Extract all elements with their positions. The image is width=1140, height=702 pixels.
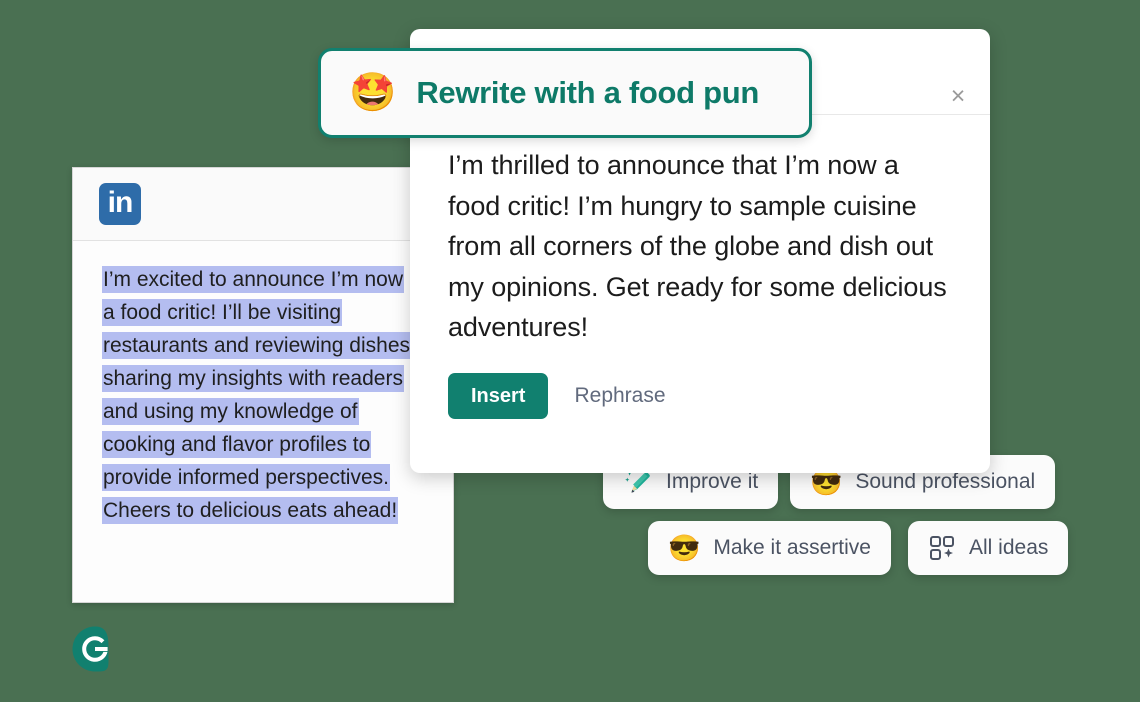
editor-toolbar: in [73,168,453,241]
grid-sparkle-icon [928,534,956,562]
chip-label: Improve it [666,470,759,493]
linkedin-editor-panel: in I’m excited to announce I’m now a foo… [72,167,454,603]
sunglasses-emoji: 😎 [668,533,701,563]
editor-selected-text[interactable]: I’m excited to announce I’m now a food c… [102,263,420,527]
chip-label: Sound professional [855,470,1036,493]
insert-button[interactable]: Insert [448,372,549,419]
chip-label: Make it assertive [713,536,871,559]
linkedin-icon-label: in [107,185,134,219]
editor-body[interactable]: I’m excited to announce I’m now a food c… [73,241,453,602]
card-body: I’m thrilled to announce that I’m now a … [410,115,990,419]
chip-make-it-assertive[interactable]: 😎 Make it assertive [648,521,891,575]
selected-text-highlight[interactable]: I’m excited to announce I’m now a food c… [102,266,417,524]
suggestion-text: I’m thrilled to announce that I’m now a … [448,150,947,342]
page-title: Rewrite with a food pun [416,75,760,110]
card-actions: Insert Rephrase [448,372,952,419]
grammarly-logo-icon[interactable] [71,625,119,673]
chip-all-ideas[interactable]: All ideas [908,521,1069,575]
star-struck-emoji: 🤩 [349,72,397,114]
rewrite-prompt-pill[interactable]: 🤩 Rewrite with a food pun [318,48,812,138]
chip-label: All ideas [969,536,1049,559]
rephrase-button[interactable]: Rephrase [574,384,665,408]
linkedin-icon: in [99,183,141,225]
close-icon[interactable]: × [941,79,975,113]
